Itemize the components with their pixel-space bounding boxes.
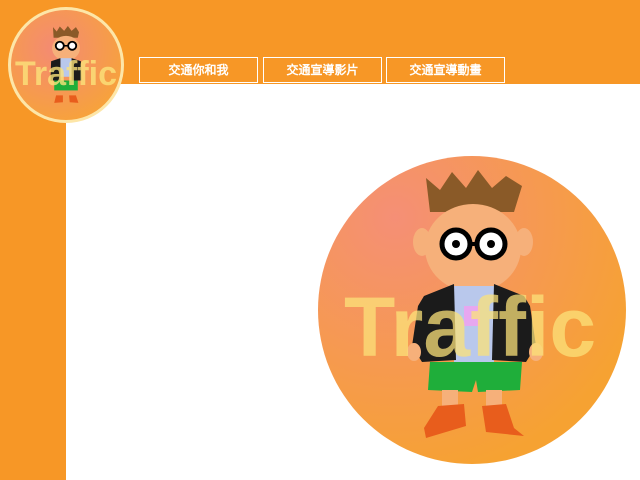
nav-item-traffic-animations[interactable]: 交通宣導動畫: [386, 57, 505, 83]
nav-item-traffic-you-and-me[interactable]: 交通你和我: [139, 57, 258, 83]
logo-word: Traffic: [15, 55, 117, 93]
site-logo[interactable]: Traffic: [6, 5, 126, 125]
hero-illustration: Traffic: [318, 156, 626, 464]
hero-word: Traffic: [344, 280, 596, 374]
nav-item-traffic-videos[interactable]: 交通宣導影片: [263, 57, 382, 83]
